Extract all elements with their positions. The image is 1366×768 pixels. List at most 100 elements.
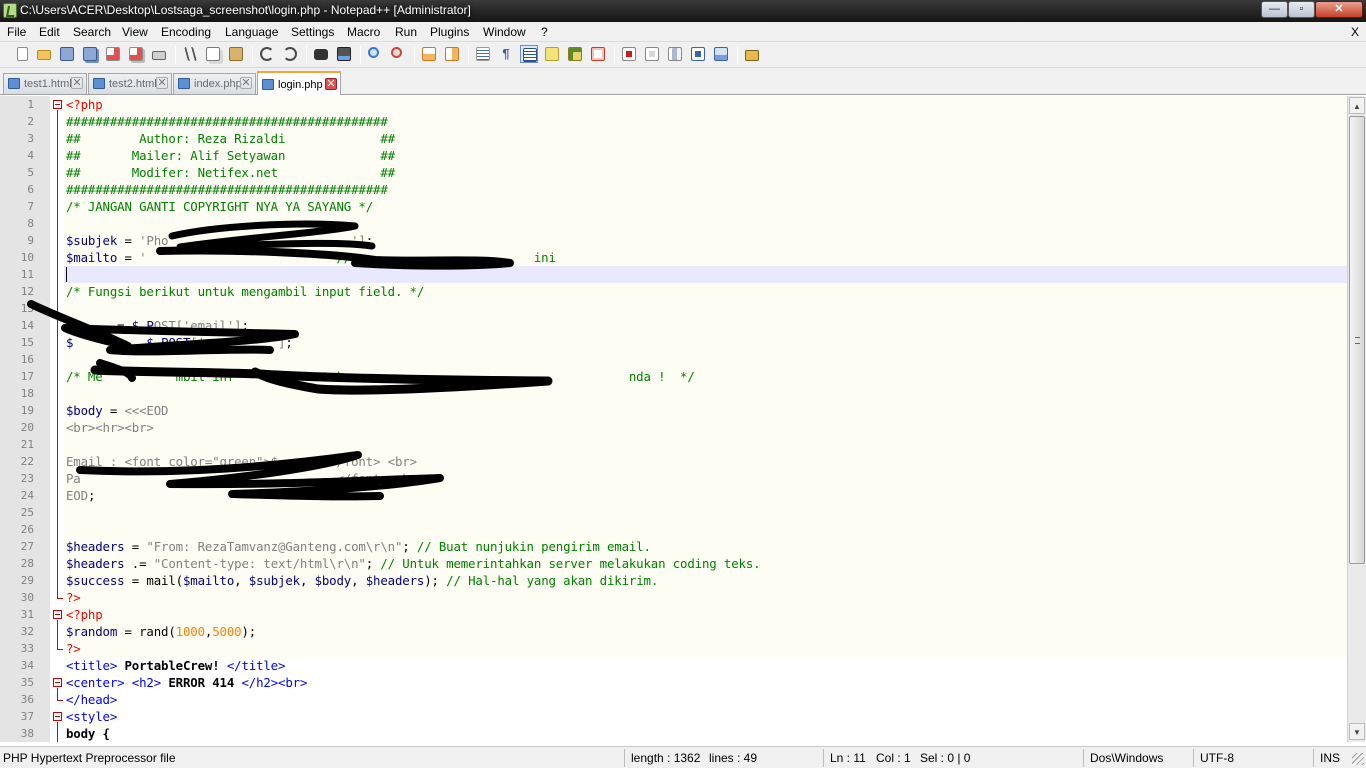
fold-toggle-icon[interactable] <box>53 610 62 619</box>
code-line[interactable]: <title> PortableCrew! </title> <box>64 657 1347 674</box>
code-line[interactable] <box>64 436 1347 453</box>
tab-login-php[interactable]: login.php ✕ <box>257 71 341 95</box>
close-tab-icon[interactable]: ✕ <box>71 77 83 89</box>
close-icon[interactable] <box>104 45 122 63</box>
close-window-button[interactable]: ✕ <box>1315 1 1363 18</box>
menu-settings[interactable]: Settings <box>291 25 334 39</box>
code-line[interactable]: </head> <box>64 691 1347 708</box>
code-line[interactable]: $headers .= "Content-type: text/html\r\n… <box>64 555 1347 572</box>
stop-record-icon[interactable] <box>643 45 661 63</box>
open-file-icon[interactable] <box>35 45 53 63</box>
code-line[interactable]: ########################################… <box>64 181 1347 198</box>
code-line[interactable] <box>64 300 1347 317</box>
find-icon[interactable] <box>312 45 330 63</box>
code-line[interactable] <box>64 504 1347 521</box>
code-line[interactable] <box>64 521 1347 538</box>
code-line[interactable]: $body = <<<EOD <box>64 402 1347 419</box>
menu-window[interactable]: Window <box>483 25 526 39</box>
code-line[interactable]: $random = rand(1000,5000); <box>64 623 1347 640</box>
line-number[interactable]: 24 <box>0 489 34 502</box>
line-number[interactable]: 31 <box>0 608 34 621</box>
paste-icon[interactable] <box>227 45 245 63</box>
notepadpp-icon[interactable] <box>3 3 17 18</box>
line-number[interactable]: 3 <box>0 132 34 145</box>
code-line[interactable]: <?php <box>64 96 1347 113</box>
menu-help[interactable]: ? <box>541 25 548 39</box>
line-number[interactable]: 20 <box>0 421 34 434</box>
line-number[interactable]: 23 <box>0 472 34 485</box>
line-number[interactable]: 14 <box>0 319 34 332</box>
menu-edit[interactable]: Edit <box>39 25 60 39</box>
line-number[interactable]: 25 <box>0 506 34 519</box>
undo-icon[interactable] <box>258 45 276 63</box>
scroll-thumb[interactable] <box>1349 116 1365 564</box>
line-number[interactable]: 11 <box>0 268 34 281</box>
line-number[interactable]: 37 <box>0 710 34 723</box>
play-macro-icon[interactable] <box>666 45 684 63</box>
run-macro-multiple-icon[interactable] <box>689 45 707 63</box>
code-line[interactable]: $headers = "From: RezaTamvanz@Ganteng.co… <box>64 538 1347 555</box>
menu-search[interactable]: Search <box>73 25 111 39</box>
save-icon[interactable] <box>58 45 76 63</box>
line-number[interactable]: 4 <box>0 149 34 162</box>
line-number[interactable]: 38 <box>0 727 34 740</box>
code-line[interactable]: $ $_POST['pa ']; <box>64 334 1347 351</box>
code-line[interactable] <box>64 266 1347 283</box>
line-number[interactable]: 16 <box>0 353 34 366</box>
line-number[interactable]: 21 <box>0 438 34 451</box>
line-number[interactable]: 32 <box>0 625 34 638</box>
line-number[interactable]: 27 <box>0 540 34 553</box>
close-all-icon[interactable] <box>127 45 145 63</box>
menu-run[interactable]: Run <box>395 25 417 39</box>
print-icon[interactable] <box>150 45 168 63</box>
close-tab-icon[interactable]: ✕ <box>240 77 252 89</box>
doc-map-icon[interactable] <box>566 45 584 63</box>
indent-guide-icon[interactable] <box>520 45 538 63</box>
code-line[interactable] <box>64 215 1347 232</box>
save-all-icon[interactable] <box>81 45 99 63</box>
code-line[interactable]: ## Author: Reza Rizaldi ## <box>64 130 1347 147</box>
line-number[interactable]: 19 <box>0 404 34 417</box>
resize-grip-icon[interactable] <box>1352 753 1364 765</box>
code-line[interactable]: $mailto = ' // ini <box>64 249 1347 266</box>
sync-vertical-icon[interactable] <box>420 45 438 63</box>
fold-toggle-icon[interactable] <box>53 678 62 687</box>
code-line[interactable]: <br><hr><br> <box>64 419 1347 436</box>
title-bar[interactable]: C:\Users\ACER\Desktop\Lostsaga_screensho… <box>0 0 1366 22</box>
code-line[interactable] <box>64 385 1347 402</box>
scroll-up-arrow-icon[interactable]: ▲ <box>1349 97 1365 114</box>
line-number[interactable]: 6 <box>0 183 34 196</box>
cut-icon[interactable] <box>181 45 199 63</box>
code-line[interactable]: <center> <h2> ERROR 414 </h2><br> <box>64 674 1347 691</box>
menu-macro[interactable]: Macro <box>347 25 380 39</box>
sync-horizontal-icon[interactable] <box>443 45 461 63</box>
close-tab-icon[interactable]: ✕ <box>156 77 168 89</box>
line-number[interactable]: 9 <box>0 234 34 247</box>
tab-test2-html[interactable]: test2.html ✕ <box>88 73 172 94</box>
code-line[interactable]: ?> <box>64 589 1347 606</box>
zoom-out-icon[interactable] <box>389 45 407 63</box>
copy-icon[interactable] <box>204 45 222 63</box>
function-list-icon[interactable] <box>589 45 607 63</box>
code-line[interactable]: EOD; <box>64 487 1347 504</box>
line-number[interactable]: 22 <box>0 455 34 468</box>
code-line[interactable]: /* JANGAN GANTI COPYRIGHT NYA YA SAYANG … <box>64 198 1347 215</box>
line-number[interactable]: 35 <box>0 676 34 689</box>
line-number[interactable]: 13 <box>0 302 34 315</box>
menu-view[interactable]: View <box>122 25 148 39</box>
fold-toggle-icon[interactable] <box>53 712 62 721</box>
line-number[interactable]: 1 <box>0 98 34 111</box>
code-line[interactable]: ## Modifer: Netifex.net ## <box>64 164 1347 181</box>
save-macro-icon[interactable] <box>712 45 730 63</box>
close-tab-icon[interactable]: ✕ <box>325 78 337 90</box>
line-number[interactable]: 28 <box>0 557 34 570</box>
minimize-button[interactable]: — <box>1261 1 1288 18</box>
code-line[interactable]: $subjek = 'Pho ']; <box>64 232 1347 249</box>
new-file-icon[interactable] <box>13 45 31 63</box>
code-line[interactable]: Pa </font> <br> <box>64 470 1347 487</box>
launch-browser-icon[interactable] <box>743 45 761 63</box>
vertical-scrollbar[interactable]: ▲ ▼ <box>1347 96 1366 742</box>
record-macro-icon[interactable] <box>620 45 638 63</box>
tab-test1-html[interactable]: test1.html ✕ <box>3 73 87 94</box>
maximize-button[interactable]: ▫ <box>1288 1 1315 18</box>
